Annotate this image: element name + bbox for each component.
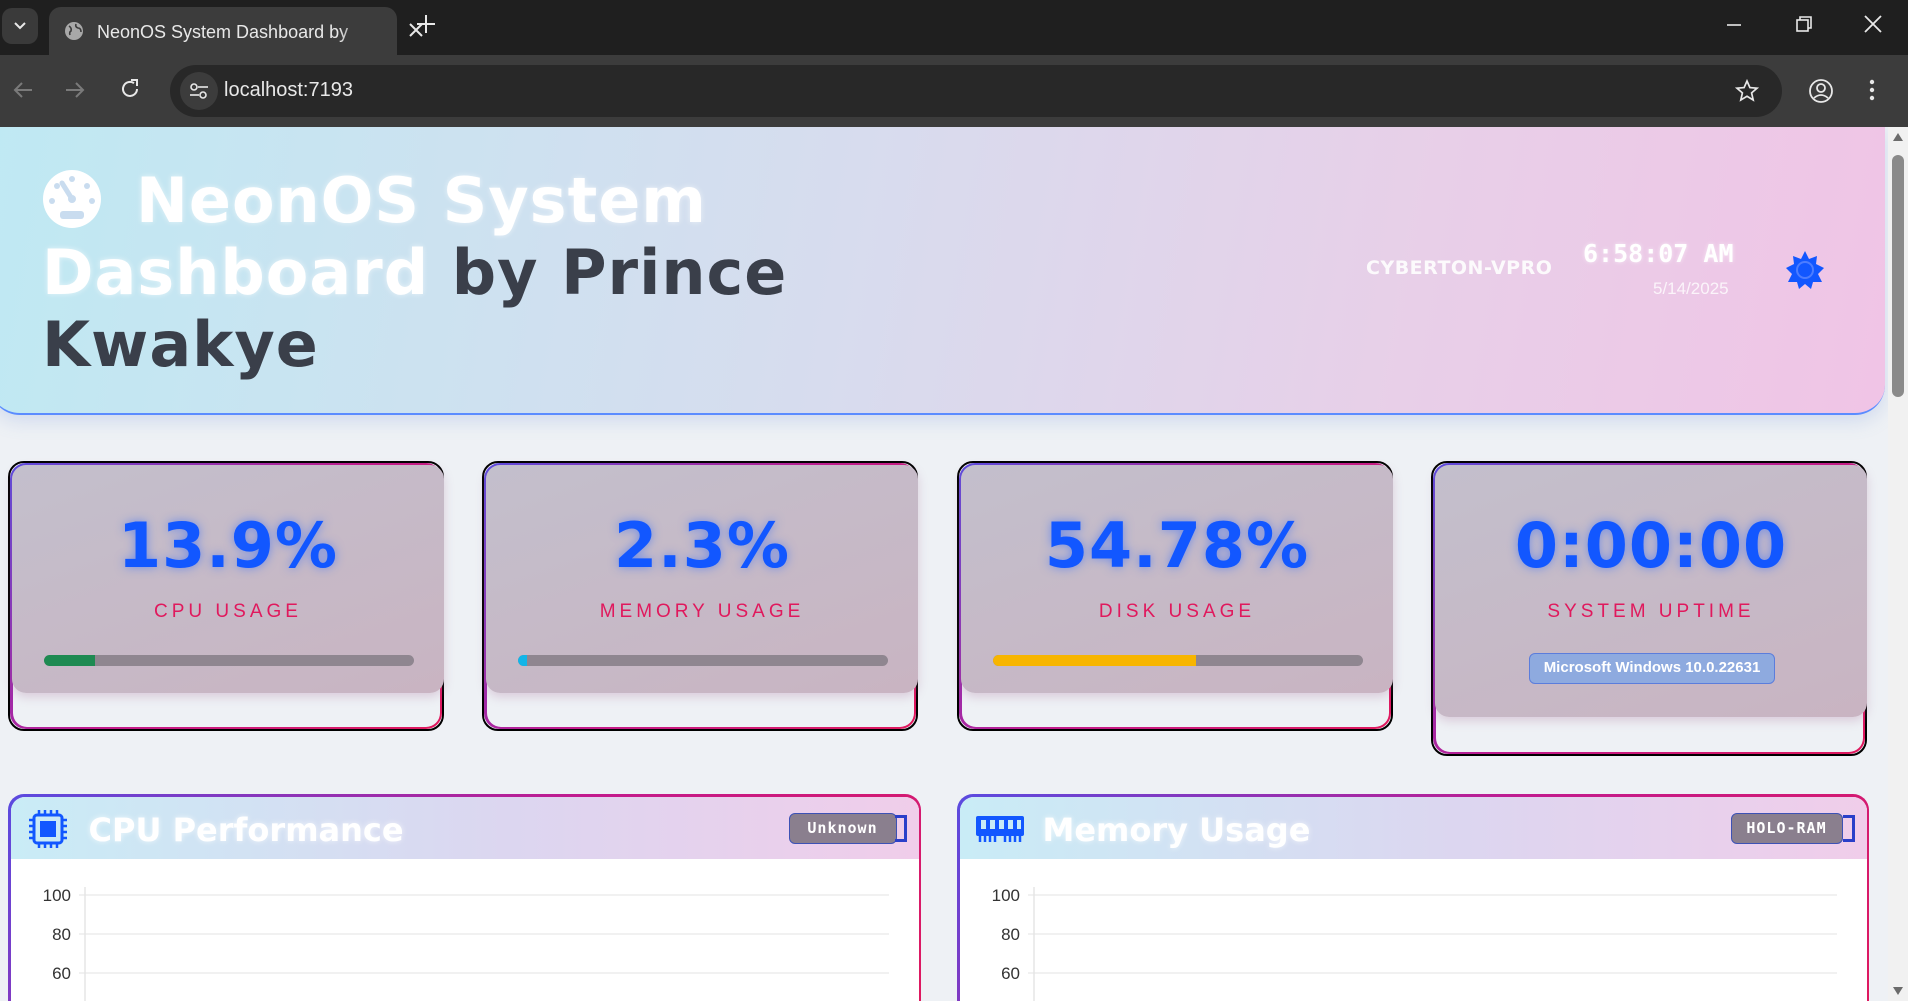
stat-card-disk: 54.78% DISK USAGE [957, 461, 1393, 731]
plus-icon[interactable] [415, 13, 437, 35]
scroll-down-arrow[interactable] [1893, 987, 1903, 995]
cpu-usage-value: 13.9% [117, 509, 339, 582]
title-line-2a: Dashboard [42, 236, 430, 309]
clock-time: 6:58:07 AM [1583, 239, 1734, 268]
restore-icon[interactable] [1795, 15, 1813, 33]
browser-tab[interactable]: NeonOS System Dashboard by Prince Kwakye [49, 7, 423, 55]
title-line-1: NeonOS System [136, 164, 707, 237]
y-tick-label: 80 [52, 925, 71, 944]
url-text[interactable]: localhost:7193 [224, 79, 353, 102]
cpu-panel-title: CPU Performance [88, 810, 404, 849]
address-bar[interactable]: localhost:7193 [170, 65, 1782, 117]
y-tick-label: 60 [1001, 964, 1020, 983]
memory-usage-panel: Memory Usage HOLO-RAM 100 80 60 [957, 794, 1869, 1001]
window-close-icon[interactable] [1863, 14, 1883, 34]
memory-progress-bar [518, 655, 888, 666]
cpu-progress-bar [44, 655, 414, 666]
uptime-value: 0:00:00 [1514, 509, 1788, 582]
cpu-panel-header: CPU Performance Unknown [10, 796, 919, 859]
tab-search-button[interactable] [2, 8, 38, 44]
cpu-chart: 100 80 60 [42, 886, 889, 1001]
memory-type-badge: HOLO-RAM [1730, 812, 1843, 844]
memory-panel-title: Memory Usage [1042, 810, 1311, 849]
cpu-chip-icon [28, 809, 67, 848]
forward-arrow-icon[interactable] [64, 79, 86, 101]
tab-title-fade [339, 17, 369, 47]
cpu-progress-fill [44, 655, 96, 666]
minimize-icon[interactable] [1725, 16, 1743, 34]
disk-usage-value: 54.78% [1044, 509, 1310, 582]
site-info-button[interactable] [180, 72, 218, 110]
tune-icon [190, 83, 208, 99]
badge-bracket [1842, 814, 1855, 842]
star-icon[interactable] [1735, 79, 1759, 103]
clock-date: 5/14/2025 [1653, 279, 1729, 298]
cpu-performance-panel: CPU Performance Unknown 100 80 60 [8, 794, 921, 1001]
cpu-usage-label: CPU USAGE [154, 601, 302, 622]
globe-icon [65, 22, 83, 40]
dashboard-header: NeonOS System Dashboard by Prince Kwakye… [0, 127, 1885, 415]
more-menu-icon[interactable] [1868, 78, 1876, 102]
stat-card-memory: 2.3% MEMORY USAGE [482, 461, 918, 731]
badge-bracket [894, 814, 907, 842]
disk-progress-bar [993, 655, 1363, 666]
reload-icon[interactable] [118, 77, 142, 101]
memory-panel-header: Memory Usage HOLO-RAM [959, 796, 1867, 859]
profile-icon[interactable] [1808, 78, 1834, 104]
memory-progress-fill [518, 655, 527, 666]
os-version-badge: Microsoft Windows 10.0.22631 [1529, 653, 1775, 684]
sun-gear-icon [1786, 251, 1824, 289]
page-scrollbar[interactable] [1888, 127, 1908, 1001]
stat-card-uptime: 0:00:00 SYSTEM UPTIME Microsoft Windows … [1431, 461, 1867, 756]
y-tick-label: 100 [42, 886, 70, 905]
memory-chart: 100 80 60 [991, 886, 1837, 1001]
hostname: CYBERTON-VPRO [1366, 257, 1553, 279]
ram-module-icon [975, 815, 1024, 842]
disk-usage-label: DISK USAGE [1098, 601, 1256, 622]
tab-title: NeonOS System Dashboard by Prince Kwakye [97, 22, 349, 42]
theme-toggle-button[interactable] [1783, 248, 1827, 292]
page-viewport: NeonOS System Dashboard by Prince Kwakye… [0, 127, 1888, 1001]
memory-usage-value: 2.3% [614, 509, 790, 582]
scroll-up-arrow[interactable] [1893, 133, 1903, 141]
scroll-thumb[interactable] [1892, 155, 1904, 397]
title-line-3: Kwakye [42, 308, 319, 381]
cpu-model-badge: Unknown [788, 812, 897, 844]
y-tick-label: 100 [991, 886, 1019, 905]
memory-usage-label: MEMORY USAGE [599, 601, 805, 622]
browser-tabbar: NeonOS System Dashboard by Prince Kwakye [0, 0, 1908, 55]
y-tick-label: 80 [1001, 925, 1020, 944]
stat-card-cpu: 13.9% CPU USAGE [8, 461, 444, 731]
page-title: NeonOS System Dashboard by Prince Kwakye [42, 165, 832, 381]
uptime-label: SYSTEM UPTIME [1547, 601, 1755, 622]
y-tick-label: 60 [52, 964, 71, 983]
title-line-2b: by Prince [429, 236, 788, 309]
browser-toolbar: localhost:7193 [0, 55, 1908, 127]
back-arrow-icon[interactable] [12, 79, 34, 101]
disk-progress-fill [993, 655, 1196, 666]
chevron-down-icon [14, 22, 26, 30]
